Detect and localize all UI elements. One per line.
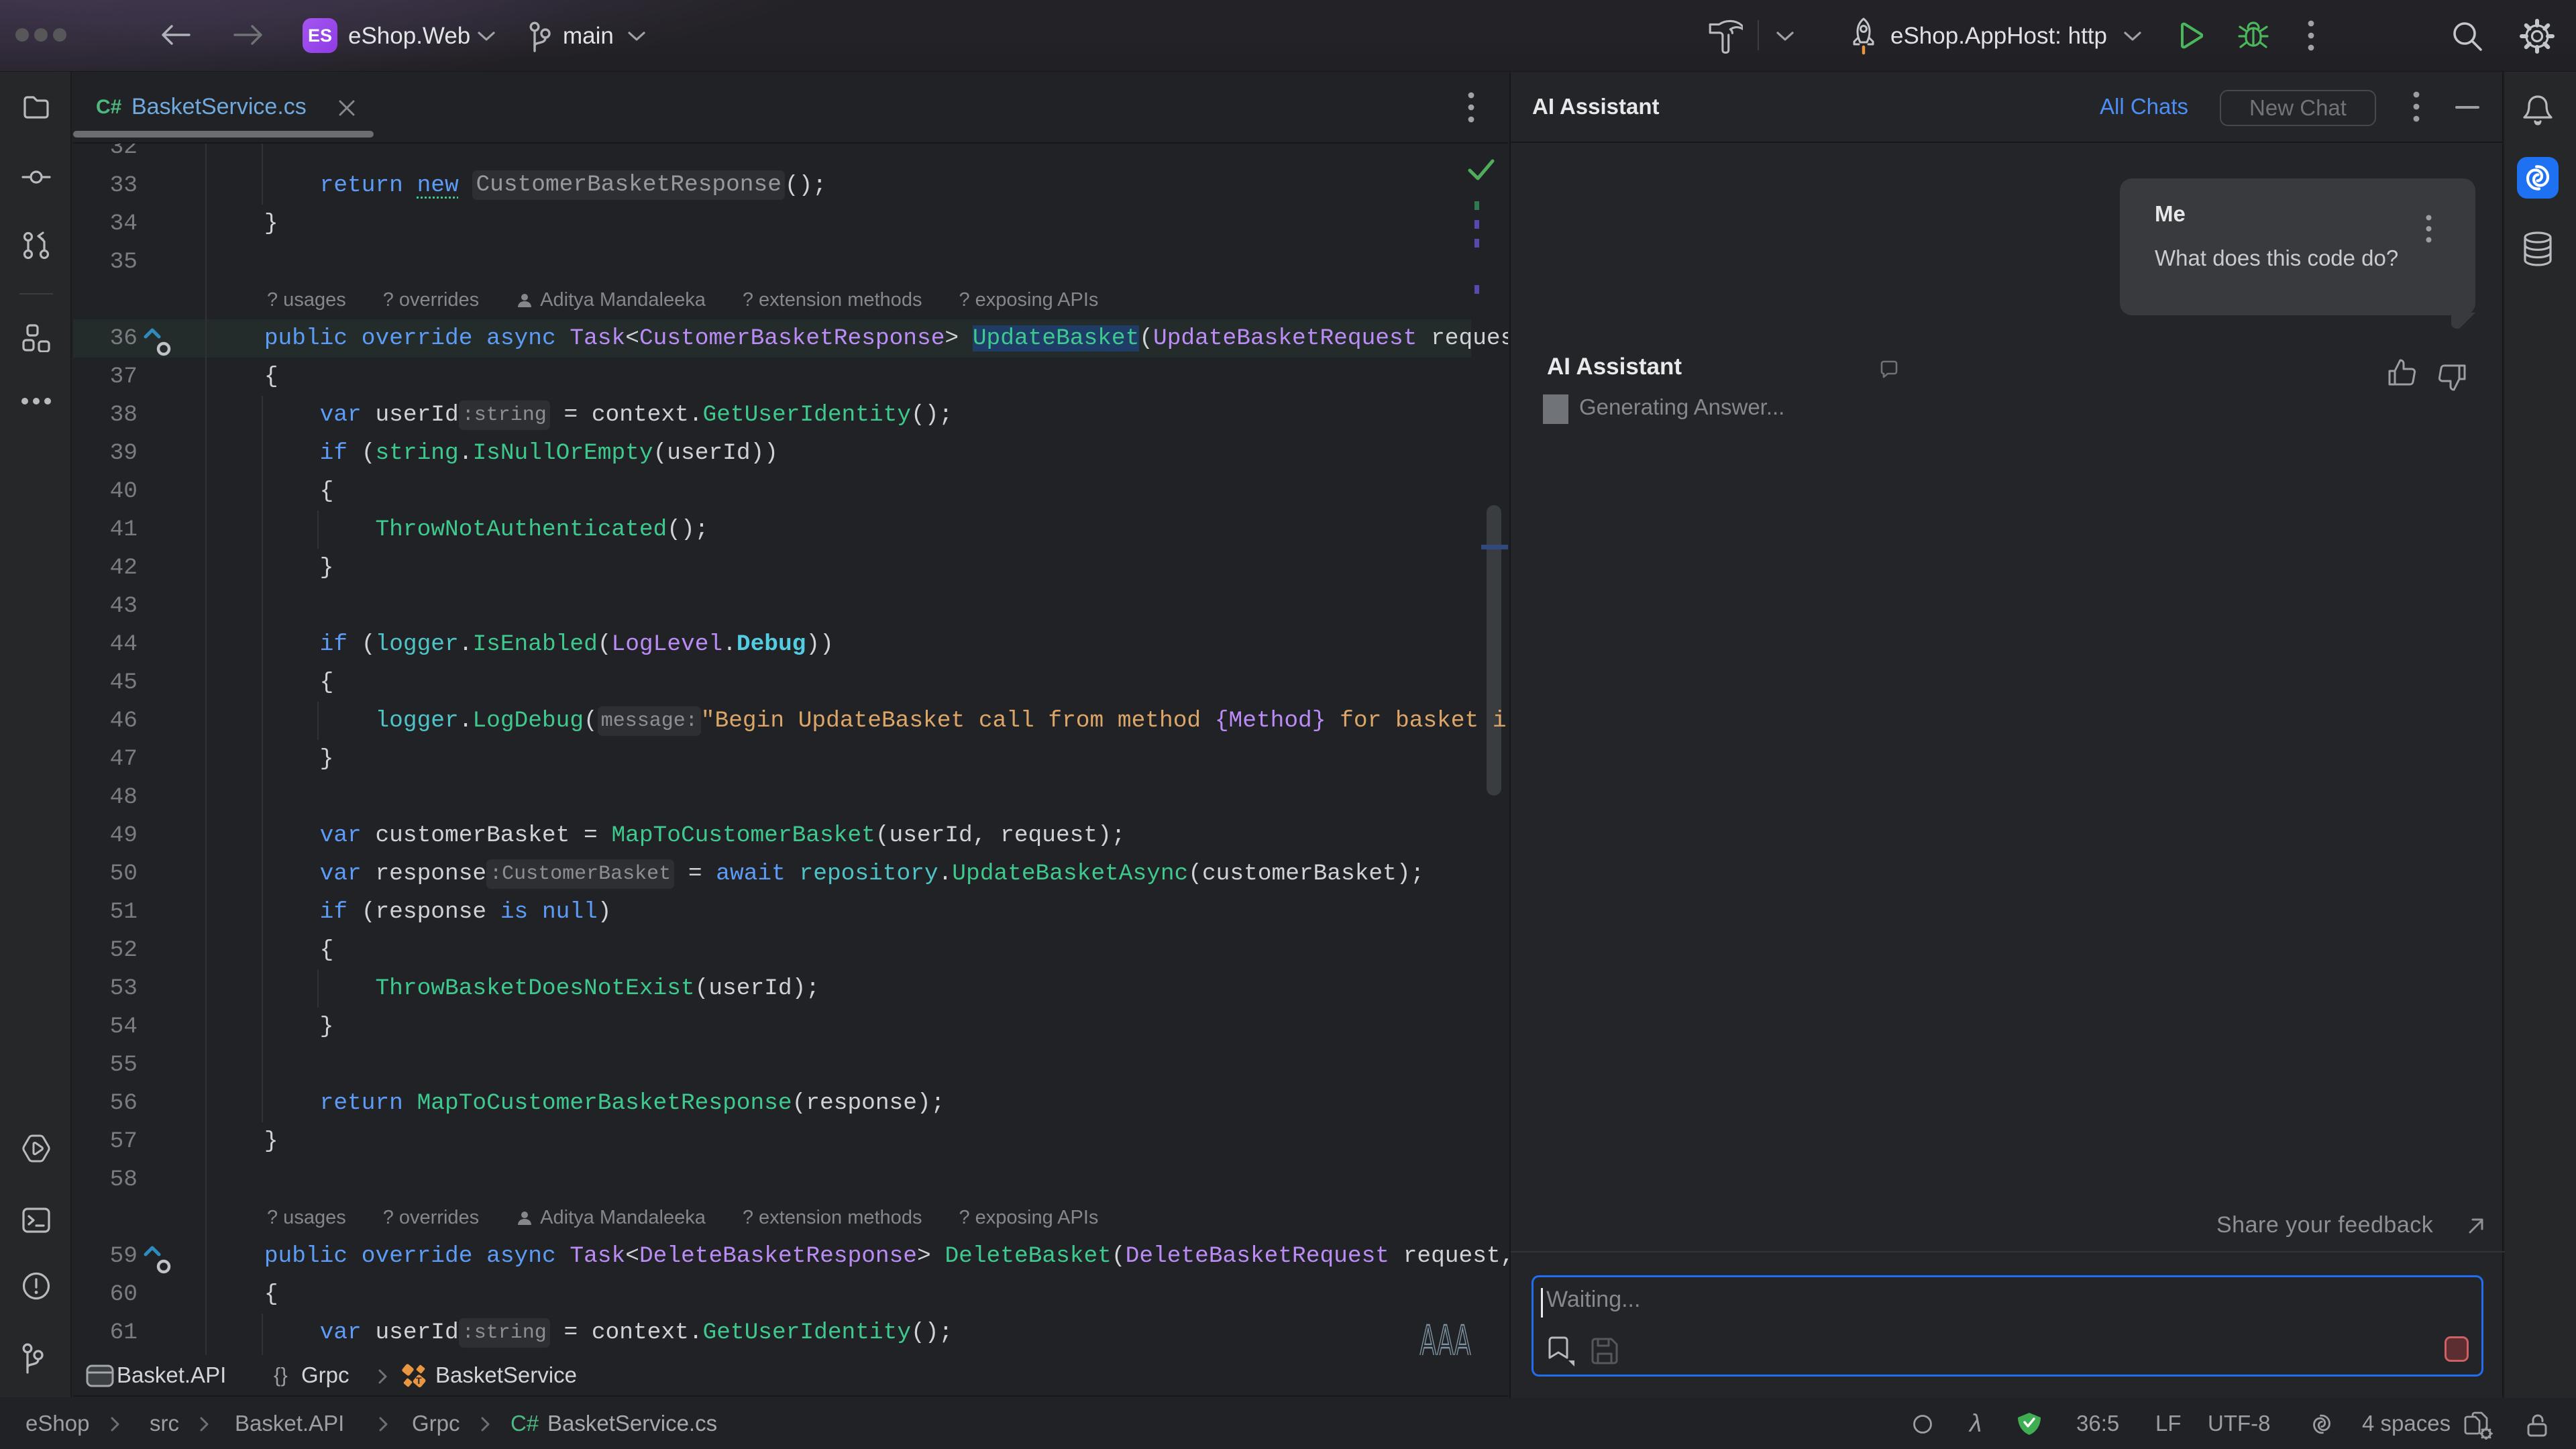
svg-text:T: T	[416, 1375, 422, 1386]
